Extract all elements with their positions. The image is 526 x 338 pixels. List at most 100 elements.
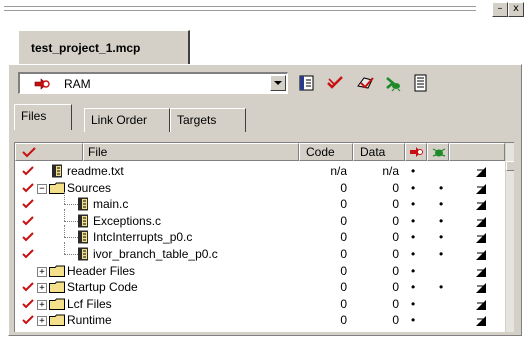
file-name: Runtime xyxy=(67,313,112,328)
scroll-up-button[interactable] xyxy=(506,161,514,171)
expand-icon[interactable]: + xyxy=(37,316,47,327)
touched-check-icon[interactable] xyxy=(22,281,34,293)
file-row[interactable]: ivor_branch_table_p0.c 0 0 • • xyxy=(15,242,505,262)
expand-icon[interactable]: + xyxy=(37,266,47,277)
debug-toggle[interactable]: • xyxy=(411,180,415,196)
tree-line xyxy=(64,204,78,206)
target-settings-button[interactable] xyxy=(298,74,316,92)
column-header-data[interactable]: Data xyxy=(353,143,405,161)
data-size: 0 xyxy=(392,180,399,195)
touched-check-icon[interactable] xyxy=(22,248,34,260)
touched-check-icon[interactable] xyxy=(22,314,34,326)
tree-line xyxy=(64,237,78,239)
file-row[interactable]: main.c 0 0 • • xyxy=(15,192,505,212)
make-button[interactable] xyxy=(356,74,374,92)
touched-check-icon[interactable] xyxy=(22,231,34,243)
debug-toggle[interactable]: • xyxy=(411,196,415,212)
bug-icon xyxy=(432,148,446,157)
tree-line xyxy=(64,225,65,238)
project-inspector-icon xyxy=(414,74,427,92)
expand-icon[interactable]: + xyxy=(37,283,47,294)
debug-toggle[interactable]: • xyxy=(411,279,415,295)
project-inspector-button[interactable] xyxy=(412,74,430,92)
debug-toggle[interactable]: • xyxy=(411,296,415,312)
touched-check-icon[interactable] xyxy=(22,215,34,227)
touched-check-icon[interactable] xyxy=(22,298,34,310)
column-header-interfaces[interactable] xyxy=(449,143,505,161)
target-icon xyxy=(34,78,50,90)
tab-files-label: Files xyxy=(21,109,47,123)
target-toggle[interactable]: • xyxy=(439,279,443,295)
debug-toggle[interactable]: • xyxy=(411,213,415,229)
interface-icon[interactable] xyxy=(475,315,487,327)
data-size: 0 xyxy=(392,263,399,278)
interface-icon[interactable] xyxy=(475,299,487,311)
debug-toggle[interactable]: • xyxy=(411,229,415,245)
tree-line xyxy=(64,220,78,222)
column-header-code[interactable]: Code xyxy=(299,143,353,161)
touched-check-icon[interactable] xyxy=(22,165,34,177)
expand-icon[interactable]: + xyxy=(37,299,47,310)
touched-check-icon[interactable] xyxy=(22,182,34,194)
debug-toggle[interactable]: • xyxy=(411,312,415,328)
vertical-scrollbar[interactable] xyxy=(505,143,514,332)
debug-toggle[interactable]: • xyxy=(411,263,415,279)
project-tab[interactable]: test_project_1.mcp xyxy=(18,30,190,64)
debug-toggle[interactable]: • xyxy=(411,246,415,262)
file-row[interactable]: + Startup Code 0 0 • • xyxy=(15,279,505,295)
minimize-button[interactable]: – xyxy=(492,2,508,17)
file-name: main.c xyxy=(93,197,129,212)
file-row[interactable]: + Runtime 0 0 • xyxy=(15,312,505,328)
target-toggle[interactable]: • xyxy=(439,180,443,196)
project-tab-label: test_project_1.mcp xyxy=(31,41,141,55)
interface-icon[interactable] xyxy=(475,199,487,211)
interface-icon[interactable] xyxy=(475,232,487,244)
data-size: 0 xyxy=(392,280,399,295)
column-header-debug[interactable] xyxy=(405,143,427,161)
tree-line xyxy=(64,242,65,254)
file-row[interactable]: readme.txt n/a n/a • xyxy=(15,163,505,179)
synchronize-button[interactable] xyxy=(326,74,344,92)
close-button[interactable]: x xyxy=(508,2,524,17)
file-row[interactable]: − Sources 0 0 • • xyxy=(15,180,505,196)
data-size: 0 xyxy=(392,197,399,212)
target-toggle[interactable]: • xyxy=(439,196,443,212)
file-icon xyxy=(78,214,88,228)
debug-toggle[interactable]: • xyxy=(411,163,415,179)
file-name: Startup Code xyxy=(67,280,138,295)
tab-link-order[interactable]: Link Order xyxy=(84,108,170,132)
file-name: ivor_branch_table_p0.c xyxy=(93,247,218,261)
target-dropdown[interactable]: RAM xyxy=(18,72,288,94)
interface-icon[interactable] xyxy=(475,249,487,261)
file-row[interactable]: Exceptions.c 0 0 • • xyxy=(15,208,505,229)
target-toggle[interactable]: • xyxy=(439,246,443,262)
interface-icon[interactable] xyxy=(475,266,487,278)
code-size: 0 xyxy=(340,197,347,212)
interface-icon[interactable] xyxy=(475,216,487,228)
file-row[interactable]: + Lcf Files 0 0 • xyxy=(15,296,505,312)
file-list[interactable]: File Code Data readme.txt n/a n/a • − Sources… xyxy=(14,142,514,332)
tab-link-order-label: Link Order xyxy=(91,113,148,127)
tab-files[interactable]: Files xyxy=(14,104,72,130)
toolbar-grip[interactable] xyxy=(4,6,476,8)
debug-button[interactable] xyxy=(384,74,402,92)
file-row[interactable]: + Header Files 0 0 • xyxy=(15,263,505,279)
make-icon xyxy=(357,77,374,89)
touched-check-icon[interactable] xyxy=(22,198,34,210)
tab-targets-label: Targets xyxy=(177,113,217,127)
column-header-file[interactable]: File xyxy=(83,143,299,161)
interface-icon[interactable] xyxy=(475,282,487,294)
target-toggle[interactable]: • xyxy=(439,229,443,245)
folder-icon xyxy=(49,182,65,194)
dropdown-button[interactable] xyxy=(270,75,286,91)
target-toggle[interactable]: • xyxy=(439,213,443,229)
tree-line xyxy=(64,192,65,205)
interface-icon[interactable] xyxy=(475,166,487,178)
collapse-icon[interactable]: − xyxy=(37,183,47,194)
column-header-target[interactable] xyxy=(427,143,449,161)
file-row[interactable]: IntcInterrupts_p0.c 0 0 • • xyxy=(15,225,505,245)
code-size: 0 xyxy=(340,296,347,311)
interface-icon[interactable] xyxy=(475,183,487,195)
tab-targets[interactable]: Targets xyxy=(170,108,246,132)
column-header-touch[interactable] xyxy=(15,143,83,161)
